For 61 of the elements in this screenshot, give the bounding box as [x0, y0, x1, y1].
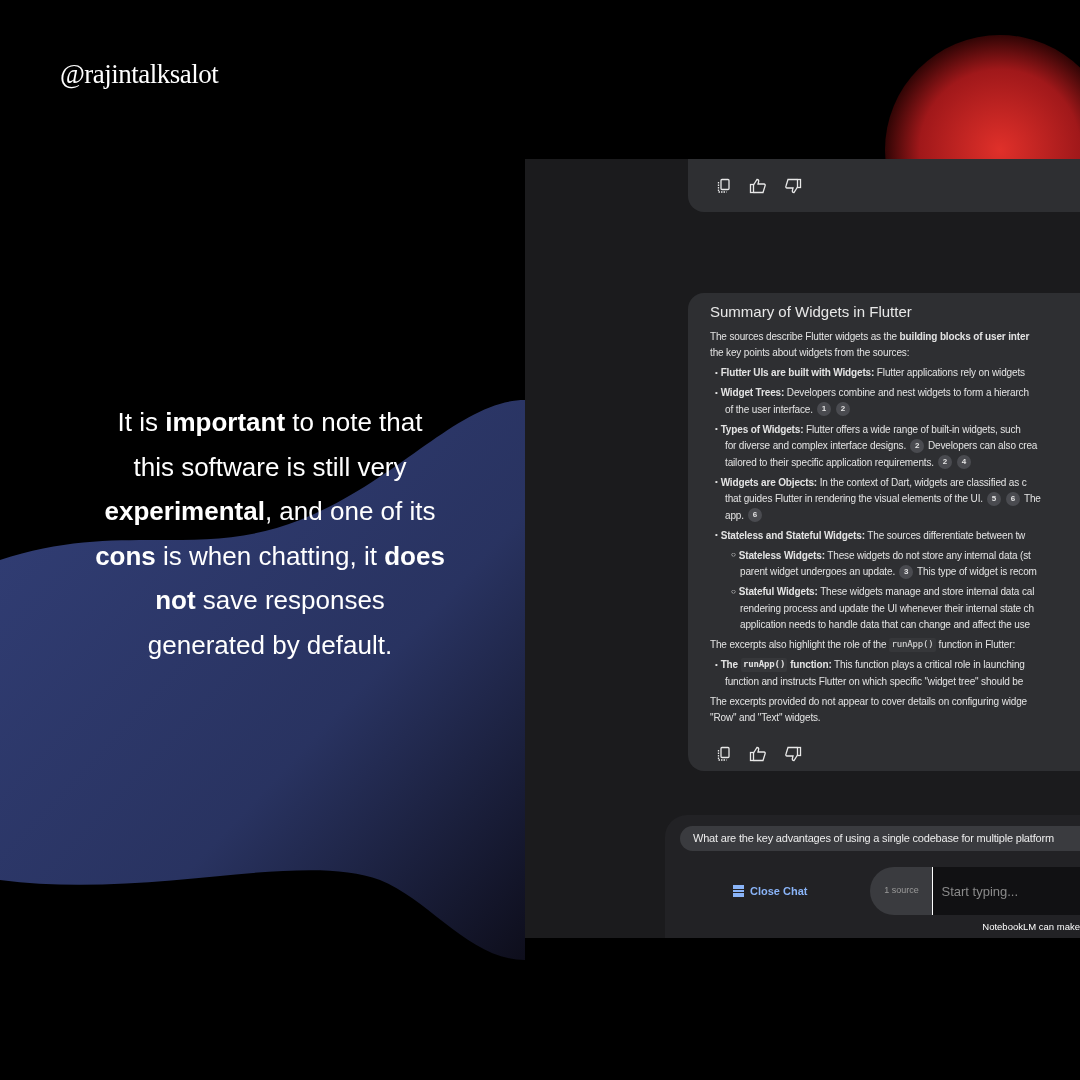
- author-handle: @rajintalksalot: [60, 58, 219, 91]
- body-text: for diverse and complex interface designs.: [725, 439, 907, 454]
- body-text: The sources describe Flutter widgets as the building blocks of user inter: [710, 329, 1030, 344]
- sub-bullet-marker: ○: [731, 549, 736, 562]
- copy-icon[interactable]: [716, 746, 732, 762]
- body-text: app.: [725, 508, 744, 523]
- citation-badge[interactable]: 6: [747, 508, 762, 523]
- code-text: runApp(): [889, 638, 936, 652]
- caption-text: It is important to note that this software is still very experimental, and one of its cons is when chatting, it does not save responses generated by default.: [95, 406, 445, 662]
- body-text: This type of widget is recom: [917, 565, 1037, 580]
- citation-badge[interactable]: 2: [910, 438, 925, 453]
- copy-icon[interactable]: [716, 177, 732, 194]
- body-text: Types of Widgets: Flutter offers a wide range of built-in widgets, such: [720, 422, 1021, 437]
- disclaimer-text: NotebookLM can make: [982, 920, 1080, 934]
- body-text: Flutter UIs are built with Widgets: Flutter applications rely on widgets: [720, 366, 1025, 381]
- bullet-marker: •: [715, 386, 718, 399]
- body-text: The excerpts also highlight the role of the: [710, 638, 887, 653]
- body-text: Stateless and Stateful Widgets: The sources differentiate between tw: [720, 528, 1026, 543]
- body-text: Stateless Widgets: These widgets do not store any internal data (st: [738, 548, 1031, 563]
- suggestion-chip[interactable]: What are the key advantages of using a single codebase for multiple platform: [680, 826, 1080, 851]
- source-count-pill[interactable]: 1 source: [870, 867, 933, 915]
- body-text: The: [1023, 492, 1041, 507]
- body-text: function and instructs Flutter on which specific "widget tree" should be: [725, 674, 1024, 689]
- body-text: of the user interface.: [725, 402, 813, 417]
- citation-badge[interactable]: 2: [835, 402, 850, 417]
- body-text: the key points about widgets from the sources:: [710, 346, 910, 361]
- body-text: function in Flutter:: [938, 638, 1016, 653]
- citation-badge[interactable]: 4: [957, 455, 971, 470]
- body-text: function: This function plays a critical role in launching: [790, 658, 1025, 673]
- close-chat-button[interactable]: Close Chat: [733, 882, 808, 900]
- bullet-marker: •: [715, 366, 718, 379]
- bullet-marker: •: [715, 658, 718, 671]
- thumbs-down-icon[interactable]: [784, 745, 802, 763]
- body-text: Developers can also crea: [928, 439, 1038, 454]
- citation-badge[interactable]: 3: [899, 564, 914, 579]
- citation-badge[interactable]: 2: [938, 455, 952, 470]
- body-text: Widget Trees: Developers combine and nest widgets to form a hierarch: [720, 386, 1029, 401]
- body-text: tailored to their specific application requirements.: [725, 455, 934, 470]
- thumbs-down-icon[interactable]: [784, 176, 802, 195]
- body-text: application needs to handle data that can change and affect the use: [740, 618, 1030, 633]
- bullet-marker: •: [715, 476, 718, 489]
- citation-badge[interactable]: 6: [1005, 491, 1020, 506]
- summary-title: Summary of Widgets in Flutter: [710, 302, 913, 322]
- body-text: rendering process and update the UI whenever their internal state ch: [740, 601, 1034, 616]
- body-text: that guides Flutter in rendering the visual elements of the UI.: [725, 492, 983, 507]
- citation-badge[interactable]: 1: [816, 402, 831, 417]
- code-text: runApp(): [741, 658, 788, 672]
- body-text: Widgets are Objects: In the context of Dart, widgets are classified as c: [720, 475, 1027, 490]
- bullet-marker: •: [715, 423, 718, 436]
- body-text: parent widget undergoes an update.: [740, 565, 896, 580]
- thumbs-up-icon[interactable]: [749, 176, 767, 195]
- body-text: "Row" and "Text" widgets.: [710, 711, 821, 726]
- body-text: The: [720, 658, 738, 673]
- thumbs-up-icon[interactable]: [749, 745, 767, 763]
- body-text: The excerpts provided do not appear to cover details on configuring widge: [710, 694, 1028, 709]
- panel-icon: [733, 885, 744, 897]
- chat-input-field[interactable]: Start typing...: [932, 867, 1080, 915]
- sub-bullet-marker: ○: [731, 585, 736, 598]
- body-text: Stateful Widgets: These widgets manage and store internal data cal: [738, 585, 1035, 600]
- bullet-marker: •: [715, 529, 718, 542]
- citation-badge[interactable]: 5: [986, 491, 1001, 506]
